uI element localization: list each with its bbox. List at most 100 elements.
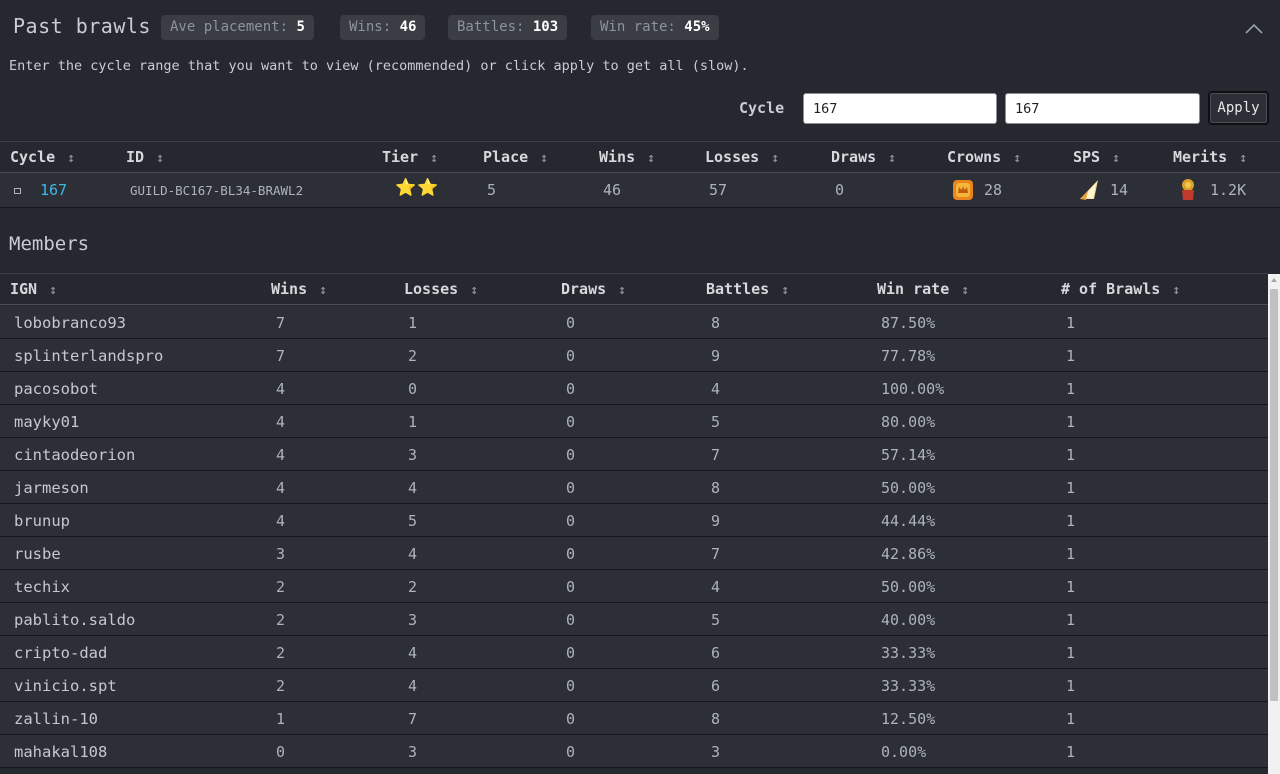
scroll-up-icon[interactable]	[1271, 278, 1277, 282]
member-brawls: 1	[1066, 413, 1076, 431]
member-wins: 2	[276, 644, 286, 662]
cycle-link[interactable]: 167	[40, 181, 67, 199]
table-row: brunup 4 5 0 9 44.44% 1	[0, 504, 1268, 537]
sort-icon: ↕	[319, 283, 327, 298]
member-ign: brunup	[14, 512, 70, 530]
column-header-member-brawls[interactable]: # of Brawls ↕	[1061, 280, 1180, 298]
member-win-rate: 42.86%	[881, 545, 936, 563]
member-battles: 5	[711, 611, 721, 629]
column-header-losses[interactable]: Losses ↕	[705, 148, 779, 166]
column-header-member-wins[interactable]: Wins ↕	[271, 280, 327, 298]
member-losses: 4	[408, 644, 418, 662]
member-wins: 4	[276, 512, 286, 530]
member-battles: 5	[711, 413, 721, 431]
column-label: ID	[126, 148, 145, 166]
scrollbar-thumb[interactable]	[1270, 289, 1278, 701]
column-header-ign[interactable]: IGN ↕	[10, 280, 57, 298]
column-header-merits[interactable]: Merits ↕	[1173, 148, 1247, 166]
badge-label: Win rate:	[600, 19, 676, 35]
member-win-rate: 12.50%	[881, 710, 936, 728]
brawl-id: GUILD-BC167-BL34-BRAWL2	[130, 183, 304, 198]
table-row: techix 2 2 0 4 50.00% 1	[0, 570, 1268, 603]
column-header-tier[interactable]: Tier ↕	[382, 148, 438, 166]
win-rate-badge: Win rate: 45%	[591, 15, 719, 40]
brawl-table-header: Cycle ↕ ID ↕ Tier ↕ Place ↕ Wins ↕ Losses ↕ Dr…	[0, 141, 1280, 173]
member-win-rate: 0.00%	[881, 743, 927, 761]
member-ign: vinicio.spt	[14, 677, 117, 695]
column-label: Losses	[404, 280, 459, 298]
member-draws: 0	[566, 743, 576, 761]
expand-row-icon[interactable]	[14, 188, 21, 194]
column-header-cycle[interactable]: Cycle ↕	[10, 148, 75, 166]
wins-badge: Wins: 46	[340, 15, 426, 40]
column-label: Place	[483, 148, 529, 166]
member-brawls: 1	[1066, 710, 1076, 728]
sort-icon: ↕	[67, 151, 75, 166]
column-header-draws[interactable]: Draws ↕	[831, 148, 896, 166]
column-label: Crowns	[947, 148, 1002, 166]
chevron-up-icon[interactable]	[1244, 22, 1264, 36]
member-win-rate: 80.00%	[881, 413, 936, 431]
member-ign: lobobranco93	[14, 314, 126, 332]
column-header-member-battles[interactable]: Battles ↕	[706, 280, 789, 298]
apply-button[interactable]: Apply	[1208, 91, 1269, 125]
member-win-rate: 50.00%	[881, 479, 936, 497]
cycle-to-input[interactable]	[1005, 93, 1200, 124]
cycle-range-label: Cycle	[739, 99, 785, 117]
badge-value: 103	[532, 19, 559, 35]
member-win-rate: 77.78%	[881, 347, 936, 365]
table-row: splinterlandspro 7 2 0 9 77.78% 1	[0, 339, 1268, 372]
brawl-crowns: 28	[984, 181, 1003, 199]
column-label: Wins	[599, 148, 636, 166]
column-header-member-draws[interactable]: Draws ↕	[561, 280, 626, 298]
table-row: vinicio.spt 2 4 0 6 33.33% 1	[0, 669, 1268, 702]
column-header-member-losses[interactable]: Losses ↕	[404, 280, 478, 298]
member-draws: 0	[566, 413, 576, 431]
member-battles: 4	[711, 380, 721, 398]
member-battles: 3	[711, 743, 721, 761]
member-losses: 1	[408, 413, 418, 431]
sort-icon: ↕	[888, 151, 896, 166]
member-draws: 0	[566, 347, 576, 365]
column-header-wins[interactable]: Wins ↕	[599, 148, 655, 166]
member-ign: zallin-10	[14, 710, 98, 728]
sort-icon: ↕	[781, 283, 790, 298]
member-brawls: 1	[1066, 644, 1076, 662]
brawl-sps: 14	[1110, 181, 1129, 199]
sort-icon: ↕	[1172, 283, 1181, 298]
member-wins: 2	[276, 611, 286, 629]
member-wins: 7	[276, 314, 286, 332]
member-win-rate: 40.00%	[881, 611, 936, 629]
table-row: pablito.saldo 2 3 0 5 40.00% 1	[0, 603, 1268, 636]
member-draws: 0	[566, 545, 576, 563]
table-row: rusbe 3 4 0 7 42.86% 1	[0, 537, 1268, 570]
member-losses: 7	[408, 710, 418, 728]
column-header-crowns[interactable]: Crowns ↕	[947, 148, 1021, 166]
member-wins: 1	[276, 710, 286, 728]
cycle-from-input[interactable]	[803, 93, 997, 124]
member-battles: 7	[711, 446, 721, 464]
page-header: Past brawls Ave placement: 5 Wins: 46 Ba…	[0, 0, 1280, 56]
member-win-rate: 33.33%	[881, 677, 936, 695]
member-brawls: 1	[1066, 545, 1076, 563]
column-label: Losses	[705, 148, 760, 166]
column-header-member-win-rate[interactable]: Win rate ↕	[877, 280, 969, 298]
column-header-place[interactable]: Place ↕	[483, 148, 548, 166]
member-draws: 0	[566, 314, 576, 332]
member-battles: 9	[711, 512, 721, 530]
member-win-rate: 33.33%	[881, 644, 936, 662]
column-label: IGN	[10, 280, 38, 298]
member-battles: 6	[711, 644, 721, 662]
column-label: Wins	[271, 280, 308, 298]
member-ign: mahakal108	[14, 743, 108, 761]
brawl-place: 5	[487, 181, 497, 199]
sort-icon: ↕	[1013, 151, 1022, 166]
badge-label: Wins:	[349, 19, 392, 35]
crown-icon	[953, 180, 973, 200]
member-battles: 8	[711, 479, 721, 497]
member-ign: mayky01	[14, 413, 80, 431]
member-ign: splinterlandspro	[14, 347, 164, 365]
column-header-id[interactable]: ID ↕	[126, 148, 164, 166]
column-header-sps[interactable]: SPS ↕	[1073, 148, 1120, 166]
sort-icon: ↕	[49, 283, 57, 298]
